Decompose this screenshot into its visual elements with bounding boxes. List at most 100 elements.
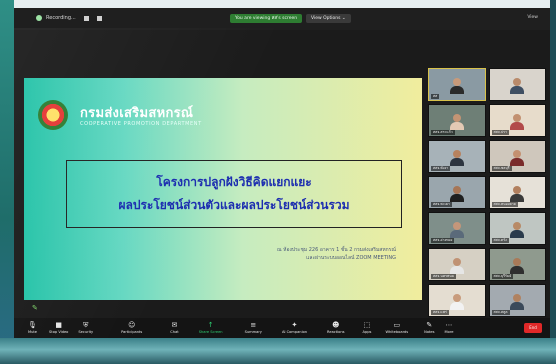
pause-recording-icon[interactable] — [83, 15, 89, 21]
participant-avatar — [449, 114, 464, 130]
recording-label: Recording... — [46, 15, 76, 21]
more-label: More — [444, 330, 454, 334]
participants-label: Participants — [121, 330, 143, 334]
security-icon: ⛨ — [83, 321, 89, 329]
monitor-bezel-top — [0, 0, 556, 8]
participant-tile[interactable]: สสจ.หนองคาย — [488, 176, 546, 209]
apps-icon: ⬚ — [363, 321, 371, 329]
apps-button[interactable]: ⬚ Apps — [363, 318, 372, 338]
mute-icon: 🎙 — [28, 321, 37, 329]
participant-avatar — [510, 222, 525, 238]
background-left — [0, 0, 14, 364]
participant-tile[interactable]: สสจ.นครพนม — [428, 248, 486, 281]
participant-tile[interactable]: สสจ.อ่างทอง — [428, 212, 486, 245]
participant-head — [452, 294, 461, 302]
participant-tile[interactable]: สส — [428, 68, 486, 101]
participant-tile[interactable]: สสจ.ตรัง — [488, 212, 546, 245]
zoom-window: Recording... You are viewing สส's screen… — [14, 8, 550, 338]
annotate-pencil-icon[interactable]: ✎ — [32, 304, 38, 312]
stop-video-icon: ■ — [55, 321, 62, 329]
participant-avatar — [510, 186, 525, 202]
participants-icon: ☺ — [128, 321, 136, 329]
participant-body — [510, 194, 525, 202]
mute-button[interactable]: 🎙 Mute — [28, 318, 37, 338]
participant-avatar — [449, 78, 464, 94]
participant-avatar — [449, 186, 464, 202]
participant-name: สส — [431, 94, 440, 99]
shared-slide: กรมส่งเสริมสหกรณ์ COOPERATIVE PROMOTION … — [24, 78, 422, 300]
view-button[interactable]: View — [527, 15, 538, 20]
participant-tile[interactable]: สสจ.บุรีรัมย์ — [488, 248, 546, 281]
mute-label: Mute — [28, 330, 37, 334]
participant-body — [510, 302, 525, 310]
whiteboards-button[interactable]: ▭ Whiteboards — [385, 318, 408, 338]
participant-tile[interactable]: สสจ.สตูล — [488, 284, 546, 317]
security-button[interactable]: ⛨ Security — [78, 318, 93, 338]
slide-title-box: โครงการปลูกฝังวิธีคิดแยกแยะ ผลประโยชน์ส่… — [66, 160, 402, 228]
stop-video-label: Stop Video — [49, 330, 69, 334]
participant-tile[interactable]: สสจ.พะเยา — [428, 176, 486, 209]
stop-recording-icon[interactable] — [96, 15, 102, 21]
background-right — [550, 0, 556, 364]
reactions-button[interactable]: ☻ Reactions — [327, 318, 344, 338]
participants-button[interactable]: ☺ Participants — [121, 318, 142, 338]
more-button[interactable]: ⋯ More — [445, 318, 454, 338]
participant-name: สสจ.พังงา — [431, 166, 451, 171]
participant-head — [513, 186, 522, 194]
participant-head — [452, 222, 461, 230]
participant-body — [510, 230, 525, 238]
security-label: Security — [78, 330, 94, 334]
stop-video-button[interactable]: ■ Stop Video — [49, 318, 68, 338]
notes-button[interactable]: ✎ Notes — [424, 318, 434, 338]
ai-companion-label: AI Companion — [281, 330, 308, 334]
participant-head — [513, 78, 522, 86]
participant-tile[interactable]: สสจ.ปรา — [488, 104, 546, 137]
participant-name: สสจ.นครพนม — [431, 274, 457, 279]
participant-tile[interactable]: สสจ.แพร่ — [428, 284, 486, 317]
participant-head — [513, 150, 522, 158]
participant-body — [449, 302, 464, 310]
participant-avatar — [510, 114, 525, 130]
ai-companion-button[interactable]: ✦ AI Companion — [282, 318, 307, 338]
ai-companion-icon: ✦ — [291, 321, 298, 329]
participant-tile[interactable]: สสจ.พังงา — [428, 140, 486, 173]
meeting-top-bar: Recording... You are viewing สส's screen… — [14, 8, 550, 30]
share-screen-label: Share Screen — [198, 330, 223, 334]
notes-label: Notes — [424, 330, 435, 334]
recording-indicator[interactable]: Recording... — [36, 15, 102, 21]
participant-head — [452, 114, 461, 122]
participant-name: สสจ.พะเยา — [431, 202, 452, 207]
view-options-button[interactable]: View Options ⌄ — [306, 14, 351, 23]
summary-button[interactable]: ≡ Summary — [245, 318, 262, 338]
share-screen-icon: ↑ — [207, 321, 214, 329]
participant-body — [510, 158, 525, 166]
department-name-thai: กรมส่งเสริมสหกรณ์ — [80, 106, 194, 121]
participant-head — [452, 150, 461, 158]
participant-avatar — [449, 258, 464, 274]
participant-tile[interactable]: สสจ.ชลบุรี — [488, 140, 546, 173]
participant-tile[interactable]: สสจ.สระแก้ว — [428, 104, 486, 137]
participant-name: สสจ.หนองคาย — [491, 202, 518, 207]
participant-tile[interactable] — [488, 68, 546, 101]
participant-name: สสจ.สระแก้ว — [431, 130, 455, 135]
more-icon: ⋯ — [445, 321, 453, 329]
participant-body — [510, 266, 525, 274]
meeting-toolbar: 🎙 Mute ■ Stop Video ⛨ Security ☺ Participants ✉ C… — [14, 318, 550, 338]
participant-head — [513, 114, 522, 122]
summary-label: Summary — [244, 330, 262, 334]
participant-body — [449, 194, 464, 202]
reactions-label: Reactions — [327, 330, 345, 334]
slide-title-line-1: โครงการปลูกฝังวิธีคิดแยกแยะ — [156, 175, 312, 189]
end-meeting-button[interactable]: End — [524, 323, 542, 333]
participant-avatar — [449, 150, 464, 166]
participant-head — [513, 258, 522, 266]
participant-avatar — [510, 258, 525, 274]
participant-avatar — [510, 294, 525, 310]
participant-name: สสจ.บุรีรัมย์ — [491, 274, 514, 279]
participant-body — [449, 122, 464, 130]
cooperative-logo-icon — [38, 100, 68, 130]
chat-button[interactable]: ✉ Chat — [170, 318, 178, 338]
participant-name: สสจ.แพร่ — [431, 310, 449, 315]
chat-icon: ✉ — [171, 321, 178, 329]
share-screen-button[interactable]: ↑ Share Screen — [199, 318, 223, 338]
